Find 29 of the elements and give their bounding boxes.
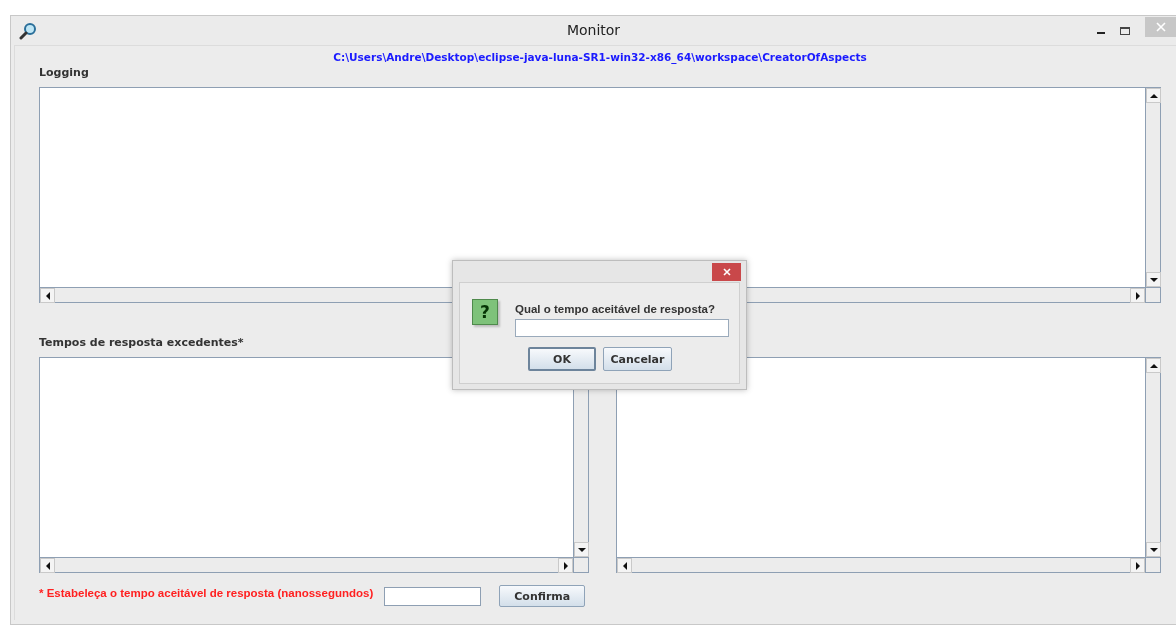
window-title: Monitor [566, 22, 621, 38]
scroll-right-button[interactable] [1130, 558, 1145, 573]
scroll-up-button[interactable] [1146, 88, 1161, 103]
scroll-up-button[interactable] [1146, 358, 1161, 373]
scroll-left-button[interactable] [617, 558, 632, 573]
dialog-message: Qual o tempo aceitável de resposta? [515, 302, 717, 316]
scroll-left-button[interactable] [40, 558, 55, 573]
maximize-icon [1120, 25, 1130, 36]
scroll-left-button[interactable] [40, 288, 55, 303]
scroll-down-button[interactable] [1146, 272, 1161, 287]
scroll-down-button[interactable] [1146, 542, 1161, 557]
path-label: C:\Users\Andre\Desktop\eclipse-java-luna-SR1-win32-x86_64\workspace\CreatorOfAspects [332, 50, 868, 64]
input-field[interactable] [384, 586, 482, 606]
dialog-button[interactable]: OK [528, 347, 596, 371]
dialog-button[interactable]: Cancelar [603, 347, 672, 371]
input-field[interactable] [515, 319, 729, 337]
scroll-right-button[interactable] [1130, 288, 1145, 303]
close-icon [1155, 21, 1166, 32]
section-label: Tempos de resposta excedentes* [39, 336, 245, 350]
scroll-down-button[interactable] [574, 542, 589, 557]
magnifier-icon [19, 21, 37, 40]
close-icon [722, 268, 731, 276]
scroll-right-button[interactable] [558, 558, 573, 573]
confirm-button[interactable]: Confirma [499, 585, 586, 607]
section-label: Logging [39, 66, 90, 80]
required-label: * Estabeleça o tempo aceitável de resposta (nanossegundos) [39, 587, 374, 599]
close-button[interactable] [712, 263, 741, 281]
minimize-icon [1097, 31, 1105, 34]
question-icon: ? [472, 299, 498, 325]
